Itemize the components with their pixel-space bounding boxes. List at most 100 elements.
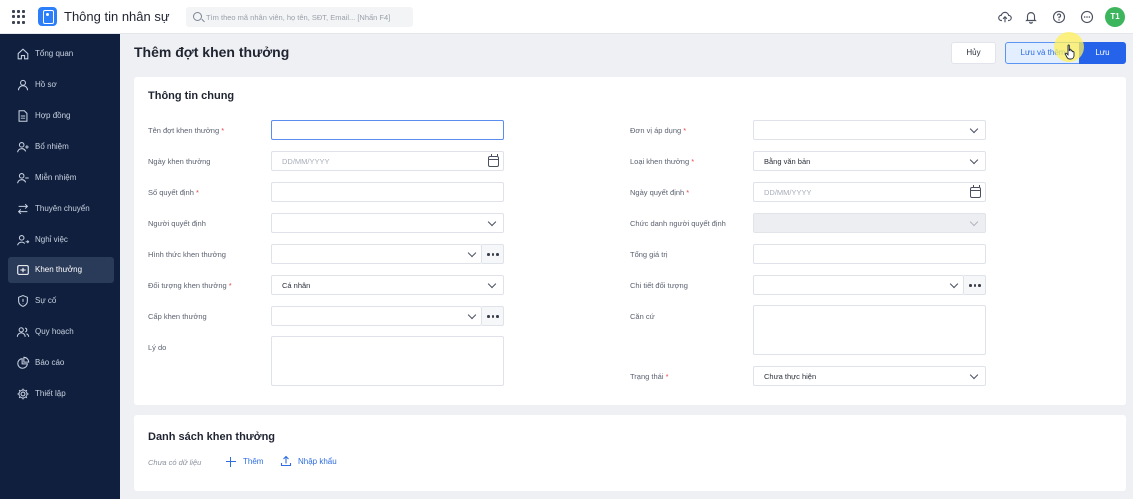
- user-avatar[interactable]: T1: [1105, 7, 1125, 27]
- status-label: Trạng thái *: [630, 372, 669, 381]
- general-info-card: Thông tin chung Tên đợt khen thưởng * Ng…: [134, 77, 1126, 405]
- sidebar-item-reward[interactable]: Khen thưởng: [8, 257, 114, 283]
- sidebar-item-settings[interactable]: Thiết lập: [8, 381, 114, 407]
- sidebar-item-label: Hồ sơ: [35, 80, 57, 89]
- help-icon[interactable]: [1052, 10, 1066, 24]
- sidebar-item-label: Khen thưởng: [35, 265, 83, 274]
- more-icon[interactable]: [1080, 10, 1094, 24]
- sidebar-item-transfer[interactable]: Thuyên chuyển: [8, 196, 114, 222]
- target-detail-select[interactable]: [753, 275, 964, 295]
- chevron-down-icon: [969, 217, 979, 227]
- user-icon: [17, 79, 29, 91]
- target-detail-label: Chi tiết đối tượng: [630, 281, 688, 290]
- reward-list-card: Danh sách khen thưởng Chưa có dữ liệu Th…: [134, 415, 1126, 491]
- document-icon: [18, 110, 28, 122]
- sidebar-item-label: Tổng quan: [35, 49, 74, 58]
- reward-form-more-button[interactable]: [482, 244, 504, 264]
- reward-type-label: Loại khen thưởng *: [630, 157, 695, 166]
- users-icon: [16, 327, 30, 337]
- reason-textarea[interactable]: [271, 336, 504, 386]
- total-value-input[interactable]: [753, 244, 986, 264]
- sidebar-item-incident[interactable]: Sự cố: [8, 288, 114, 314]
- sidebar-item-label: Miễn nhiệm: [35, 173, 77, 182]
- reward-name-input[interactable]: [271, 120, 504, 140]
- page-title: Thêm đợt khen thưởng: [134, 44, 290, 60]
- pointer-hand-icon: [1064, 44, 1075, 60]
- cancel-button[interactable]: Hủy: [951, 42, 996, 64]
- sidebar-item-label: Nghỉ việc: [35, 235, 68, 244]
- search-input[interactable]: [206, 7, 411, 27]
- reward-form-label: Hình thức khen thưởng: [148, 250, 226, 259]
- gear-icon: [17, 388, 29, 400]
- section-title-reward-list: Danh sách khen thưởng: [148, 431, 276, 443]
- user-plus-icon: [17, 142, 29, 153]
- transfer-icon: [17, 203, 29, 215]
- shield-icon: [18, 295, 28, 307]
- empty-state-text: Chưa có dữ liệu: [148, 458, 202, 467]
- chevron-down-icon: [969, 124, 979, 134]
- sidebar-item-dismissal[interactable]: Miễn nhiệm: [8, 165, 114, 191]
- sidebar-item-profile[interactable]: Hồ sơ: [8, 72, 114, 98]
- calendar-icon[interactable]: [970, 185, 981, 198]
- chevron-down-icon: [467, 310, 477, 320]
- decision-no-input[interactable]: [271, 182, 504, 202]
- import-button[interactable]: Nhập khẩu: [280, 455, 342, 468]
- chevron-down-icon: [969, 155, 979, 165]
- decision-no-label: Số quyết định *: [148, 188, 199, 197]
- chevron-down-icon: [969, 370, 979, 380]
- app-title: Thông tin nhân sự: [64, 9, 170, 24]
- add-reward-button[interactable]: Thêm: [226, 456, 268, 468]
- total-value-label: Tổng giá trị: [630, 250, 668, 259]
- import-label: Nhập khẩu: [298, 457, 337, 466]
- decision-date-picker[interactable]: DD/MM/YYYY: [753, 182, 986, 202]
- reason-label: Lý do: [148, 343, 167, 352]
- sidebar-item-label: Sự cố: [35, 296, 57, 305]
- decider-title-label: Chức danh người quyết định: [630, 219, 726, 228]
- reward-date-label: Ngày khen thưởng: [148, 157, 211, 166]
- reward-level-select[interactable]: [271, 306, 482, 326]
- status-select[interactable]: Chưa thực hiện: [753, 366, 986, 386]
- basis-label: Căn cứ: [630, 312, 655, 321]
- chevron-down-icon: [487, 279, 497, 289]
- chevron-down-icon: [949, 279, 959, 289]
- unit-label: Đơn vị áp dụng *: [630, 126, 687, 135]
- save-button[interactable]: Lưu: [1079, 42, 1126, 64]
- app-logo-icon: [38, 7, 57, 26]
- sidebar-item-overview[interactable]: Tổng quan: [8, 41, 114, 67]
- reward-date-picker[interactable]: DD/MM/YYYY: [271, 151, 504, 171]
- section-title-general: Thông tin chung: [148, 90, 235, 102]
- home-icon: [17, 48, 29, 60]
- upload-cloud-icon[interactable]: [998, 10, 1012, 24]
- sidebar-item-label: Quy hoạch: [35, 327, 74, 336]
- target-type-select[interactable]: Cá nhân: [271, 275, 504, 295]
- sidebar-item-label: Thiết lập: [35, 389, 66, 398]
- basis-textarea[interactable]: [753, 305, 986, 355]
- add-reward-label: Thêm: [243, 457, 264, 466]
- reward-level-more-button[interactable]: [482, 306, 504, 326]
- decider-label: Người quyết định: [148, 219, 206, 228]
- pie-chart-icon: [17, 356, 30, 369]
- target-detail-more-button[interactable]: [964, 275, 986, 295]
- decider-select[interactable]: [271, 213, 504, 233]
- sidebar: Tổng quan Hồ sơ Hợp đồng Bổ nhiệm Miễn n…: [0, 34, 120, 499]
- user-leave-icon: [17, 235, 30, 246]
- calendar-icon[interactable]: [488, 154, 499, 167]
- sidebar-item-contract[interactable]: Hợp đồng: [8, 103, 114, 129]
- reward-type-select[interactable]: Bằng văn bản: [753, 151, 986, 171]
- app-grid-icon[interactable]: [12, 10, 26, 24]
- reward-level-label: Cấp khen thưởng: [148, 312, 207, 321]
- sidebar-item-report[interactable]: Báo cáo: [8, 350, 114, 376]
- decider-title-select: [753, 213, 986, 233]
- chevron-down-icon: [487, 217, 497, 227]
- reward-form-select[interactable]: [271, 244, 482, 264]
- plus-icon: [226, 457, 236, 467]
- unit-select[interactable]: [753, 120, 986, 140]
- search-icon: [193, 12, 202, 21]
- sidebar-item-appointment[interactable]: Bổ nhiệm: [8, 134, 114, 160]
- search-box[interactable]: [186, 7, 413, 27]
- sidebar-item-label: Hợp đồng: [35, 111, 71, 120]
- bell-icon[interactable]: [1024, 10, 1038, 24]
- sidebar-item-planning[interactable]: Quy hoạch: [8, 319, 114, 345]
- sidebar-item-label: Thuyên chuyển: [35, 204, 90, 213]
- sidebar-item-resignation[interactable]: Nghỉ việc: [8, 227, 114, 253]
